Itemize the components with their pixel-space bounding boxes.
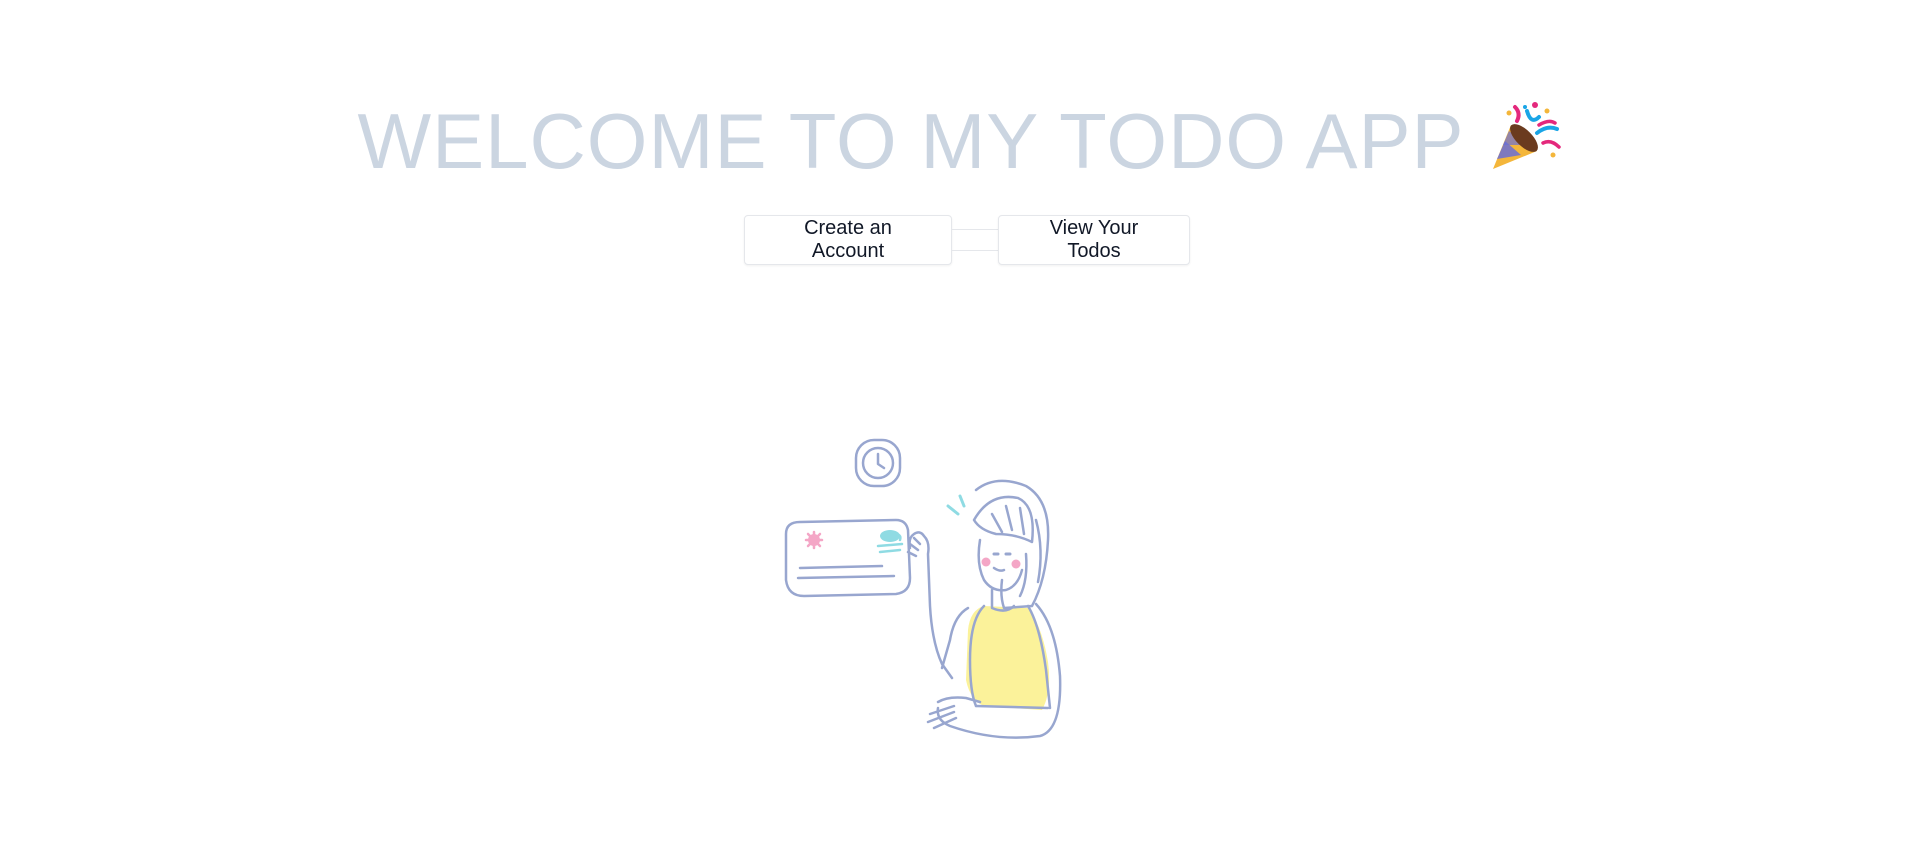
auth-actions: Create an Account View Your Todos (744, 214, 1190, 266)
page-title-text: WELCOME TO MY TODO APP (357, 97, 1465, 186)
clock-icon (854, 438, 902, 488)
create-account-button[interactable]: Create an Account (744, 215, 952, 265)
page-title: WELCOME TO MY TODO APP (0, 96, 1920, 180)
woman-holding-card-illustration (770, 430, 1110, 770)
welcome-page: WELCOME TO MY TODO APP Create an Account… (0, 0, 1920, 856)
view-todos-button[interactable]: View Your Todos (998, 215, 1190, 265)
button-connector (952, 229, 998, 251)
party-popper-icon (1487, 99, 1563, 175)
card-icon (784, 518, 912, 598)
